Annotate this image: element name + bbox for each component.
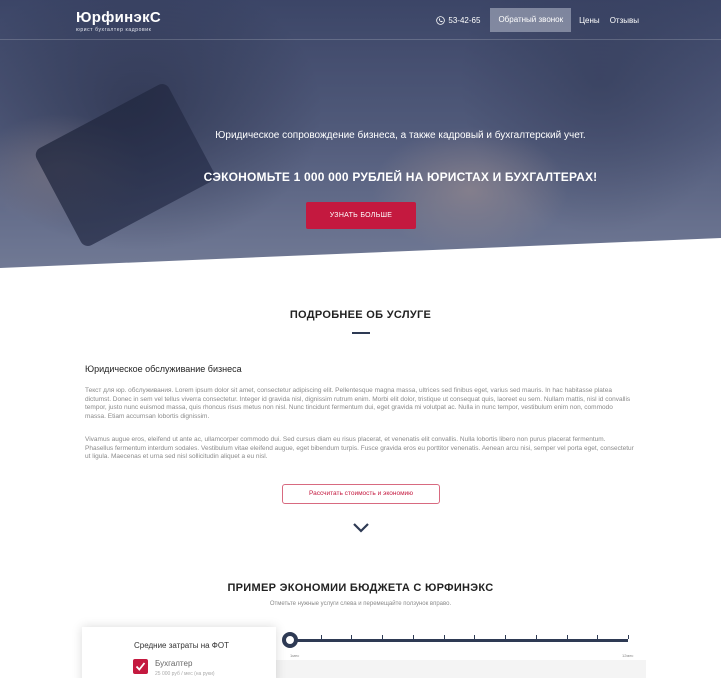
months-slider-track[interactable] bbox=[290, 639, 628, 642]
top-nav: 53-42-65 Обратный звонок Цены Отзывы bbox=[436, 8, 721, 32]
logo-subtitle: юрист бухгалтер кадровик bbox=[76, 27, 152, 33]
nav-reviews[interactable]: Отзывы bbox=[610, 16, 639, 25]
slider-tick bbox=[505, 635, 506, 639]
slider-tick bbox=[567, 635, 568, 639]
phone-link[interactable]: 53-42-65 bbox=[436, 16, 480, 25]
slider-tick bbox=[444, 635, 445, 639]
service-section-title: ПОДРОБНЕЕ ОБ УСЛУГЕ bbox=[289, 309, 432, 321]
savings-subtitle: Отметьте нужные услуги слева и перемещай… bbox=[269, 601, 452, 607]
slider-tick bbox=[351, 635, 352, 639]
hero-subtitle: Юридическое сопровождение бизнеса, а так… bbox=[215, 130, 586, 141]
calculate-cost-button[interactable]: Рассчитать стоимость и экономию bbox=[282, 484, 440, 504]
card-title: Средние затраты на ФОТ bbox=[134, 641, 229, 650]
accountant-checkbox[interactable] bbox=[133, 659, 148, 674]
hero-title: СЭКОНОМЬТЕ 1 000 000 РУБЛЕЙ НА ЮРИСТАХ И… bbox=[203, 170, 598, 184]
savings-section-title: ПРИМЕР ЭКОНОМИИ БЮДЖЕТА С ЮРФИНЭКС bbox=[227, 582, 494, 594]
learn-more-button[interactable]: УЗНАТЬ БОЛЬШЕ bbox=[306, 202, 416, 229]
chevron-down-icon[interactable] bbox=[352, 522, 370, 534]
callback-button[interactable]: Обратный звонок bbox=[490, 8, 572, 32]
savings-panel bbox=[276, 660, 646, 678]
slider-max-label: 12мес bbox=[622, 653, 634, 658]
slider-tick bbox=[321, 635, 322, 639]
nav-prices[interactable]: Цены bbox=[579, 16, 600, 25]
header-divider bbox=[0, 39, 721, 40]
service-paragraph-1: Текст для юр. обслуживания. Lorem ipsum … bbox=[85, 387, 631, 420]
checkmark-icon bbox=[135, 662, 146, 671]
logo-title: ЮрфинэкС bbox=[76, 9, 162, 26]
hero-diagonal-edge bbox=[0, 238, 721, 300]
accountant-price: 25 000 руб / мес (на руки) bbox=[155, 671, 215, 677]
slider-min-label: 1мес bbox=[290, 653, 300, 658]
slider-tick bbox=[628, 635, 629, 639]
slider-tick bbox=[382, 635, 383, 639]
phone-number: 53-42-65 bbox=[448, 15, 481, 25]
accountant-label: Бухгалтер bbox=[155, 659, 193, 668]
logo[interactable]: ЮрфинэкС юрист бухгалтер кадровик bbox=[76, 9, 162, 34]
services-card: Средние затраты на ФОТ Бухгалтер 25 000 … bbox=[82, 627, 276, 678]
slider-tick bbox=[413, 635, 414, 639]
months-slider-handle[interactable] bbox=[282, 632, 298, 648]
title-underline bbox=[352, 332, 370, 334]
slider-tick bbox=[474, 635, 475, 639]
service-paragraph-2: Vivamus augue eros, eleifend ut ante ac,… bbox=[85, 436, 634, 460]
hero-banner: ЮрфинэкС юрист бухгалтер кадровик 53-42-… bbox=[0, 0, 721, 300]
slider-tick bbox=[597, 635, 598, 639]
service-heading: Юридическое обслуживание бизнеса bbox=[85, 364, 242, 374]
slider-tick bbox=[536, 635, 537, 639]
phone-icon bbox=[436, 15, 446, 25]
